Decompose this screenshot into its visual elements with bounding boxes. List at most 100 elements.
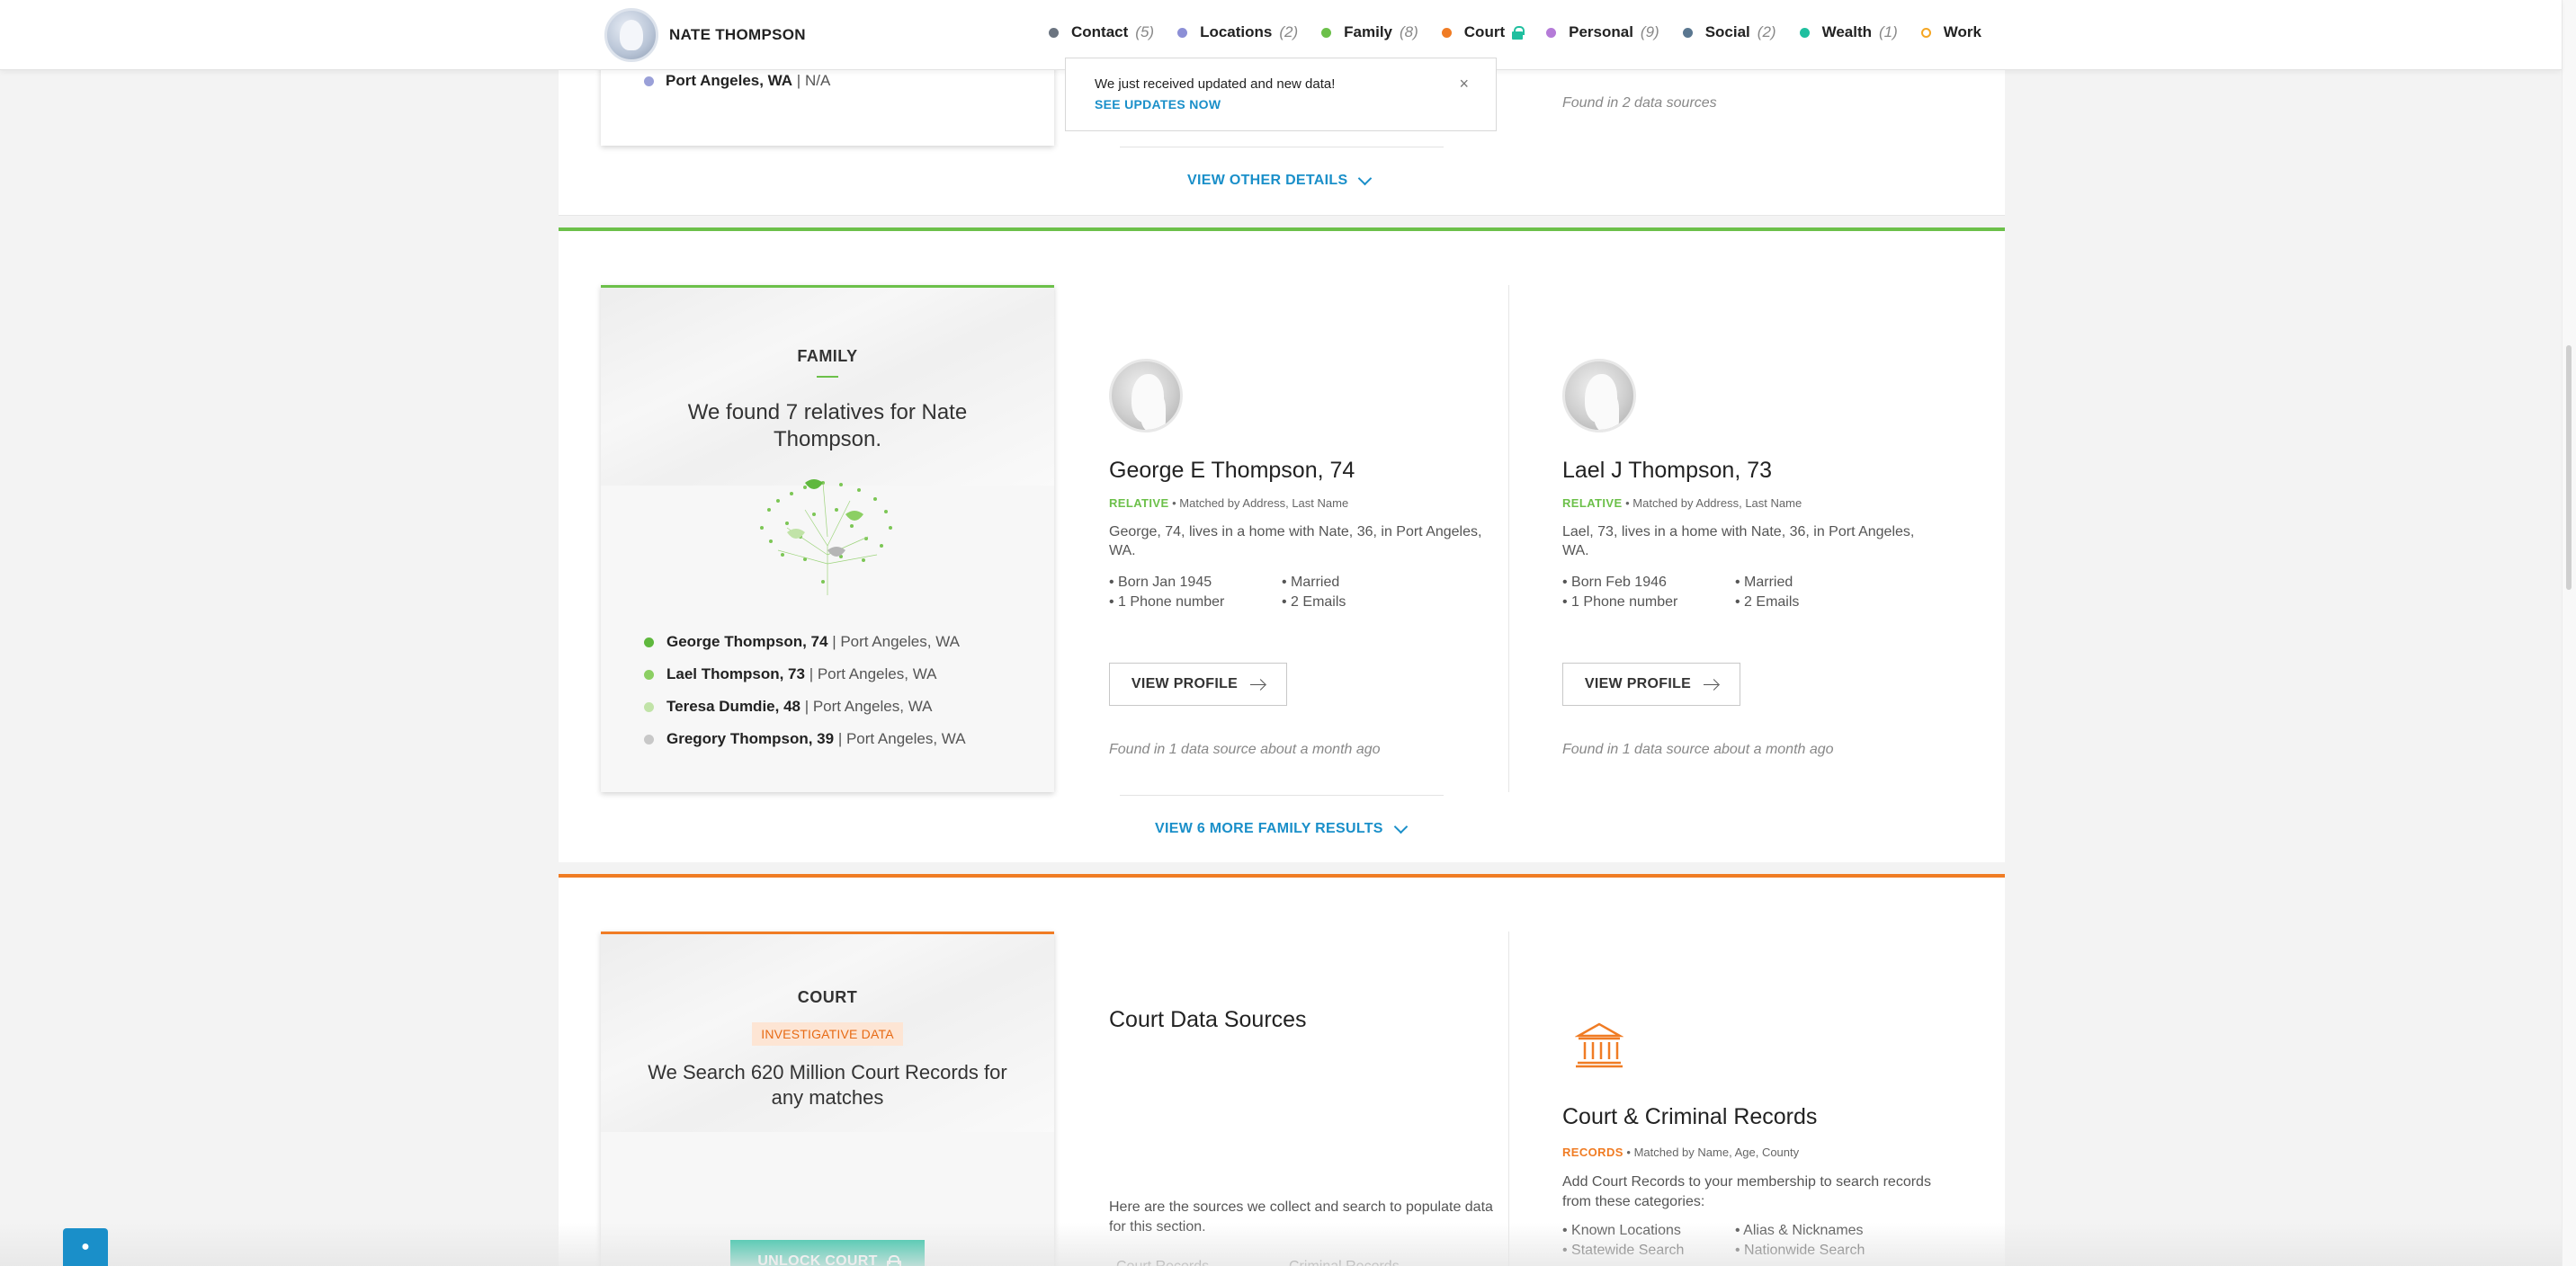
location-detail: N/A xyxy=(804,72,831,89)
button-label: VIEW PROFILE xyxy=(1131,676,1239,691)
court-dot-icon xyxy=(1441,27,1452,38)
column-divider xyxy=(1508,932,1509,1266)
courthouse-icon xyxy=(1575,1022,1623,1068)
location-city: Port Angeles, WA xyxy=(666,72,793,89)
relative-profile-lael: Lael J Thompson, 73 RELATIVE • Matched b… xyxy=(1562,359,1940,758)
nav-item-personal[interactable]: Personal (9) xyxy=(1546,23,1659,41)
family-headline: We found 7 relatives for Nate Thompson. xyxy=(687,400,968,451)
view-other-label: VIEW OTHER DETAILS xyxy=(1187,173,1348,188)
records-match-text: • Matched by Name, Age, County xyxy=(1623,1146,1800,1159)
data-sources-note: Found in 1 data source about a month ago xyxy=(1109,742,1381,757)
fact-item: • Born Jan 1945 xyxy=(1109,575,1212,590)
fact-item: • 1 Phone number xyxy=(1109,594,1225,610)
court-sources-description: Here are the sources we collect and sear… xyxy=(1109,1199,1493,1235)
family-tree-icon xyxy=(760,479,892,595)
court-sources-title: Court Data Sources xyxy=(1109,1007,1307,1032)
fact-item: • 1 Phone number xyxy=(1562,594,1678,610)
view-profile-button[interactable]: VIEW PROFILE xyxy=(1109,663,1287,706)
records-tag: RECORDS • Matched by Name, Age, County xyxy=(1562,1146,1799,1159)
records-badge: RECORDS xyxy=(1562,1146,1623,1159)
title-underline xyxy=(817,376,838,378)
nav-label: Court xyxy=(1463,23,1506,40)
fact-item: • 2 Emails xyxy=(1735,594,1800,610)
button-label: VIEW PROFILE xyxy=(1584,676,1692,691)
avatar[interactable] xyxy=(1562,359,1636,432)
fact-item: • 2 Emails xyxy=(1282,594,1346,610)
court-headline: We Search 620 Million Court Records for … xyxy=(648,1061,1007,1109)
view-other-details-link[interactable]: VIEW OTHER DETAILS xyxy=(1187,171,1373,189)
nav-item-contact[interactable]: Contact (5) xyxy=(1049,23,1154,41)
match-tag: RELATIVE • Matched by Address, Last Name xyxy=(1109,496,1487,510)
view-more-label: VIEW 6 MORE FAMILY RESULTS xyxy=(1155,821,1383,836)
locations-dot-icon xyxy=(1177,27,1188,38)
work-dot-icon xyxy=(1920,27,1931,38)
family-dot-icon xyxy=(1321,27,1332,38)
nav-item-court[interactable]: Court xyxy=(1441,23,1525,41)
source-item: Court Records xyxy=(1116,1259,1289,1266)
wealth-dot-icon xyxy=(1799,27,1810,38)
nav-label: Personal xyxy=(1569,23,1633,40)
unlock-court-button[interactable]: UNLOCK COURT xyxy=(730,1240,925,1266)
relative-item[interactable]: George Thompson, 74 | Port Angeles, WA xyxy=(644,626,966,658)
avatar[interactable] xyxy=(1109,359,1183,432)
location-dot-icon xyxy=(644,76,654,86)
profile-avatar[interactable] xyxy=(604,8,658,62)
view-more-family-link[interactable]: VIEW 6 MORE FAMILY RESULTS xyxy=(1155,819,1409,837)
relative-item[interactable]: Lael Thompson, 73 | Port Angeles, WA xyxy=(644,658,966,691)
relative-item[interactable]: Teresa Dumdie, 48 | Port Angeles, WA xyxy=(644,691,966,723)
location-item: Port Angeles, WA | N/A xyxy=(644,72,830,90)
person-name: George E Thompson, 74 xyxy=(1109,458,1355,483)
relative-place: | Port Angeles, WA xyxy=(834,730,966,747)
nav-item-family[interactable]: Family (8) xyxy=(1321,23,1418,41)
arrow-right-icon xyxy=(1250,683,1266,685)
profile-name: NATE THOMPSON xyxy=(669,26,806,43)
nav-label: Locations xyxy=(1200,23,1273,40)
relative-place: | Port Angeles, WA xyxy=(804,665,937,682)
nav-item-wealth[interactable]: Wealth (1) xyxy=(1799,23,1898,41)
scrollbar[interactable] xyxy=(2562,0,2576,1266)
record-categories: • Known Locations • Alias & Nicknames • … xyxy=(1562,1221,1908,1261)
nav-item-social[interactable]: Social (2) xyxy=(1682,23,1776,41)
investigative-data-badge: INVESTIGATIVE DATA xyxy=(752,1022,903,1046)
category-item: • Statewide Search xyxy=(1562,1243,1685,1258)
category-item: • Known Locations xyxy=(1562,1223,1681,1238)
nav-label: Contact xyxy=(1071,23,1129,40)
lightbulb-icon[interactable]: ● xyxy=(63,1228,108,1266)
relative-item[interactable]: Gregory Thompson, 39 | Port Angeles, WA xyxy=(644,723,966,755)
court-title: COURT xyxy=(797,988,858,1006)
court-records-description: Add Court Records to your membership to … xyxy=(1562,1174,1931,1209)
nav-count: (1) xyxy=(1879,23,1898,40)
nav-count: (8) xyxy=(1400,23,1418,40)
relative-place: | Port Angeles, WA xyxy=(800,698,933,715)
column-divider xyxy=(1508,285,1509,792)
person-facts: • Born Feb 1946 • Married • 1 Phone numb… xyxy=(1562,573,1940,612)
social-dot-icon xyxy=(1682,27,1693,38)
nav-item-locations[interactable]: Locations (2) xyxy=(1177,23,1298,41)
view-profile-button[interactable]: VIEW PROFILE xyxy=(1562,663,1740,706)
lock-icon xyxy=(886,1255,901,1266)
button-label: UNLOCK COURT xyxy=(757,1253,878,1266)
relative-name: Lael Thompson, 73 xyxy=(666,665,805,682)
chevron-down-icon xyxy=(1358,171,1373,185)
match-text: • Matched by Address, Last Name xyxy=(1622,496,1802,510)
relative-name: Gregory Thompson, 39 xyxy=(666,730,835,747)
family-title: FAMILY xyxy=(797,347,858,365)
nav-item-work[interactable]: Work xyxy=(1920,23,1981,41)
fact-item: • Married xyxy=(1282,575,1340,590)
category-item: • Nationwide Search xyxy=(1735,1243,1865,1258)
family-section: FAMILY We found 7 relatives for Nate Tho… xyxy=(559,227,2005,862)
arrow-right-icon xyxy=(1704,683,1719,685)
relative-name: Teresa Dumdie, 48 xyxy=(666,698,801,715)
see-updates-link[interactable]: SEE UPDATES NOW xyxy=(1095,97,1221,111)
nav-label: Family xyxy=(1344,23,1392,40)
close-icon[interactable]: × xyxy=(1459,75,1469,94)
contact-dot-icon xyxy=(1049,27,1059,38)
relatives-list: George Thompson, 74 | Port Angeles, WA L… xyxy=(644,626,966,755)
relative-dot-icon xyxy=(644,701,654,712)
scrollbar-thumb[interactable] xyxy=(2566,345,2572,590)
nav-count: (2) xyxy=(1757,23,1776,40)
relative-dot-icon xyxy=(644,734,654,744)
family-summary-card: FAMILY We found 7 relatives for Nate Tho… xyxy=(601,285,1054,792)
relative-name: George Thompson, 74 xyxy=(666,633,828,650)
section-nav: Contact (5) Locations (2) Family (8) Cou… xyxy=(1049,23,2005,41)
